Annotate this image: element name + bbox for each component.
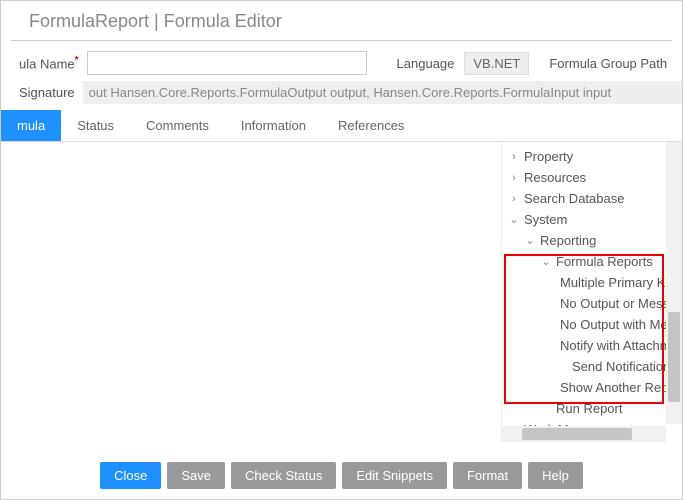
help-button[interactable]: Help — [528, 462, 583, 489]
tab-status[interactable]: Status — [61, 110, 130, 141]
tree-leaf[interactable]: No Output or Message — [502, 293, 682, 314]
save-button[interactable]: Save — [167, 462, 225, 489]
tree-label: No Output or Message — [560, 296, 682, 311]
tree-branch[interactable]: › Property — [502, 146, 682, 167]
vertical-scrollbar[interactable] — [666, 142, 682, 424]
tree-leaf[interactable]: Multiple Primary Keys — [502, 272, 682, 293]
tree-branch[interactable]: › Resources — [502, 167, 682, 188]
tree-leaf[interactable]: No Output with Message — [502, 314, 682, 335]
tree-leaf[interactable]: Send Notification — [502, 356, 682, 377]
tree-leaf[interactable]: Notify with Attachment — [502, 335, 682, 356]
main-body: › Property › Resources › Search Database ⌄ Syst… — [1, 142, 682, 442]
tab-references[interactable]: References — [322, 110, 420, 141]
signature-label: Signature — [19, 85, 75, 100]
language-label: Language — [397, 56, 455, 71]
tree-branch[interactable]: ⌄ Reporting — [502, 230, 682, 251]
formula-name-input[interactable] — [87, 51, 367, 75]
tree-label: Show Another Report — [560, 380, 682, 395]
chevron-down-icon: ⌄ — [508, 214, 520, 226]
tree-label: Search Database — [524, 191, 624, 206]
horizontal-scrollbar[interactable] — [502, 426, 666, 442]
tree-label: Multiple Primary Keys — [560, 275, 682, 290]
tree-branch[interactable]: ⌄ System — [502, 209, 682, 230]
tree-branch[interactable]: › Search Database — [502, 188, 682, 209]
tree-label: Run Report — [556, 401, 622, 416]
tab-information[interactable]: Information — [225, 110, 322, 141]
tab-comments[interactable]: Comments — [130, 110, 225, 141]
chevron-right-icon: › — [508, 151, 520, 163]
chevron-down-icon: ⌄ — [524, 235, 536, 247]
chevron-down-icon: ⌄ — [540, 256, 552, 268]
check-status-button[interactable]: Check Status — [231, 462, 336, 489]
tree-label: No Output with Message — [560, 317, 682, 332]
tab-formula[interactable]: mula — [1, 110, 61, 141]
editor-pane[interactable] — [1, 142, 502, 442]
chevron-right-icon: › — [508, 193, 520, 205]
tree-leaf[interactable]: Run Report — [502, 398, 682, 419]
close-button[interactable]: Close — [100, 462, 161, 489]
group-path-label: Formula Group Path — [549, 56, 667, 71]
edit-snippets-button[interactable]: Edit Snippets — [342, 462, 447, 489]
chevron-right-icon: › — [508, 172, 520, 184]
tab-bar: mula Status Comments Information Referen… — [1, 110, 682, 142]
format-button[interactable]: Format — [453, 462, 522, 489]
tree-label: Resources — [524, 170, 586, 185]
form-area: ula Name* Language VB.NET Formula Group … — [1, 41, 682, 104]
tree-label: Property — [524, 149, 573, 164]
signature-value: out Hansen.Core.Reports.FormulaOutput ou… — [83, 81, 682, 104]
language-select[interactable]: VB.NET — [464, 52, 529, 75]
tree-branch[interactable]: ⌄ Formula Reports — [502, 251, 682, 272]
name-label: ula Name* — [19, 55, 79, 71]
tree-pane: › Property › Resources › Search Database ⌄ Syst… — [502, 142, 682, 442]
tree-label: Reporting — [540, 233, 596, 248]
page-title: FormulaReport | Formula Editor — [11, 1, 672, 41]
footer-buttons: Close Save Check Status Edit Snippets Fo… — [1, 462, 682, 489]
tree-label: System — [524, 212, 567, 227]
tree-leaf[interactable]: Show Another Report — [502, 377, 682, 398]
tree-label: Send Notification — [572, 359, 670, 374]
tree-label: Formula Reports — [556, 254, 653, 269]
tree-label: Notify with Attachment — [560, 338, 682, 353]
